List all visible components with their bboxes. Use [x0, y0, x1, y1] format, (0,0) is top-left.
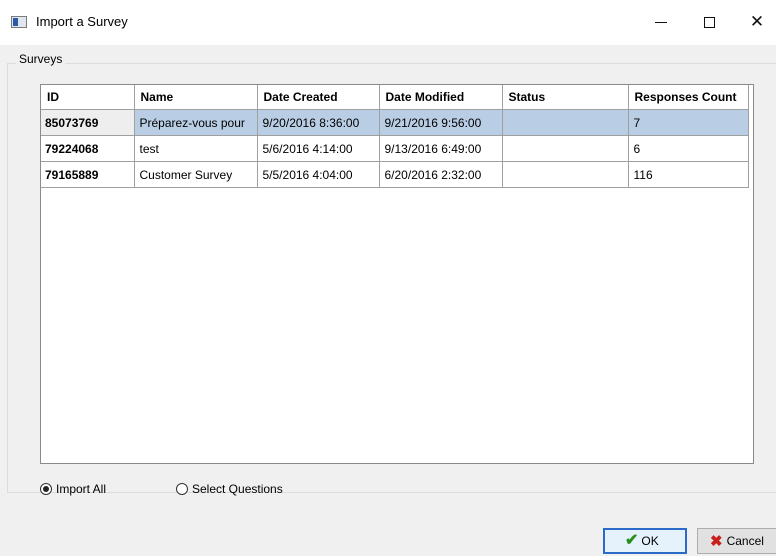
column-header-date-modified[interactable]: Date Modified [379, 85, 503, 110]
table-row[interactable]: 79224068 test 5/6/2016 4:14:00 9/13/2016… [41, 135, 749, 162]
minimize-button[interactable] [638, 0, 684, 45]
dialog-body: Surveys ID Name Date Created Date Modifi… [0, 45, 776, 556]
select-questions-option[interactable]: Select Questions [176, 482, 283, 496]
cancel-button-label: Cancel [726, 534, 764, 548]
surveys-group-label: Surveys [16, 52, 66, 66]
column-header-date-created[interactable]: Date Created [257, 85, 380, 110]
column-header-name[interactable]: Name [134, 85, 258, 110]
close-button[interactable]: ✕ [734, 0, 776, 45]
cell-date-modified: 6/20/2016 2:32:00 [379, 161, 503, 188]
window-title: Import a Survey [36, 14, 128, 29]
close-icon: ✕ [749, 12, 765, 32]
checkmark-icon: ✔ [625, 532, 639, 549]
cell-name: Préparez-vous pour [134, 109, 258, 136]
cell-responses-count: 6 [628, 135, 749, 162]
title-bar: Import a Survey ✕ [0, 0, 776, 45]
cell-date-modified: 9/13/2016 6:49:00 [379, 135, 503, 162]
surveys-grid[interactable]: ID Name Date Created Date Modified Statu… [40, 84, 754, 464]
cell-date-created: 9/20/2016 8:36:00 [257, 109, 380, 136]
cell-responses-count: 116 [628, 161, 749, 188]
ok-button-label: OK [641, 534, 659, 548]
cell-id: 85073769 [41, 109, 135, 136]
import-all-label: Import All [56, 482, 107, 496]
ok-button[interactable]: ✔ OK [603, 528, 687, 554]
cell-name: test [134, 135, 258, 162]
cell-status [502, 109, 629, 136]
column-header-responses-count[interactable]: Responses Count [628, 85, 749, 110]
cell-status [502, 135, 629, 162]
cell-date-created: 5/6/2016 4:14:00 [257, 135, 380, 162]
app-window-icon [11, 16, 27, 28]
table-row[interactable]: 85073769 Préparez-vous pour 9/20/2016 8:… [41, 109, 749, 136]
cancel-x-icon: ✖ [710, 532, 723, 550]
minimize-icon [655, 22, 667, 23]
import-all-option[interactable]: Import All [40, 482, 106, 496]
maximize-button[interactable] [686, 0, 732, 45]
column-header-status[interactable]: Status [502, 85, 629, 110]
column-header-id[interactable]: ID [41, 85, 135, 110]
surveys-table: ID Name Date Created Date Modified Statu… [41, 85, 749, 188]
table-row[interactable]: 79165889 Customer Survey 5/5/2016 4:04:0… [41, 161, 749, 188]
cell-id: 79165889 [41, 161, 135, 188]
select-questions-label: Select Questions [192, 482, 283, 496]
import-all-radio[interactable] [40, 483, 52, 495]
cell-responses-count: 7 [628, 109, 749, 136]
cell-id: 79224068 [41, 135, 135, 162]
maximize-icon [703, 17, 715, 28]
cell-name: Customer Survey [134, 161, 258, 188]
cancel-button[interactable]: ✖ Cancel [697, 528, 776, 554]
select-questions-radio[interactable] [176, 483, 188, 495]
table-header-row: ID Name Date Created Date Modified Statu… [41, 85, 749, 110]
cell-date-modified: 9/21/2016 9:56:00 [379, 109, 503, 136]
cell-status [502, 161, 629, 188]
cell-date-created: 5/5/2016 4:04:00 [257, 161, 380, 188]
